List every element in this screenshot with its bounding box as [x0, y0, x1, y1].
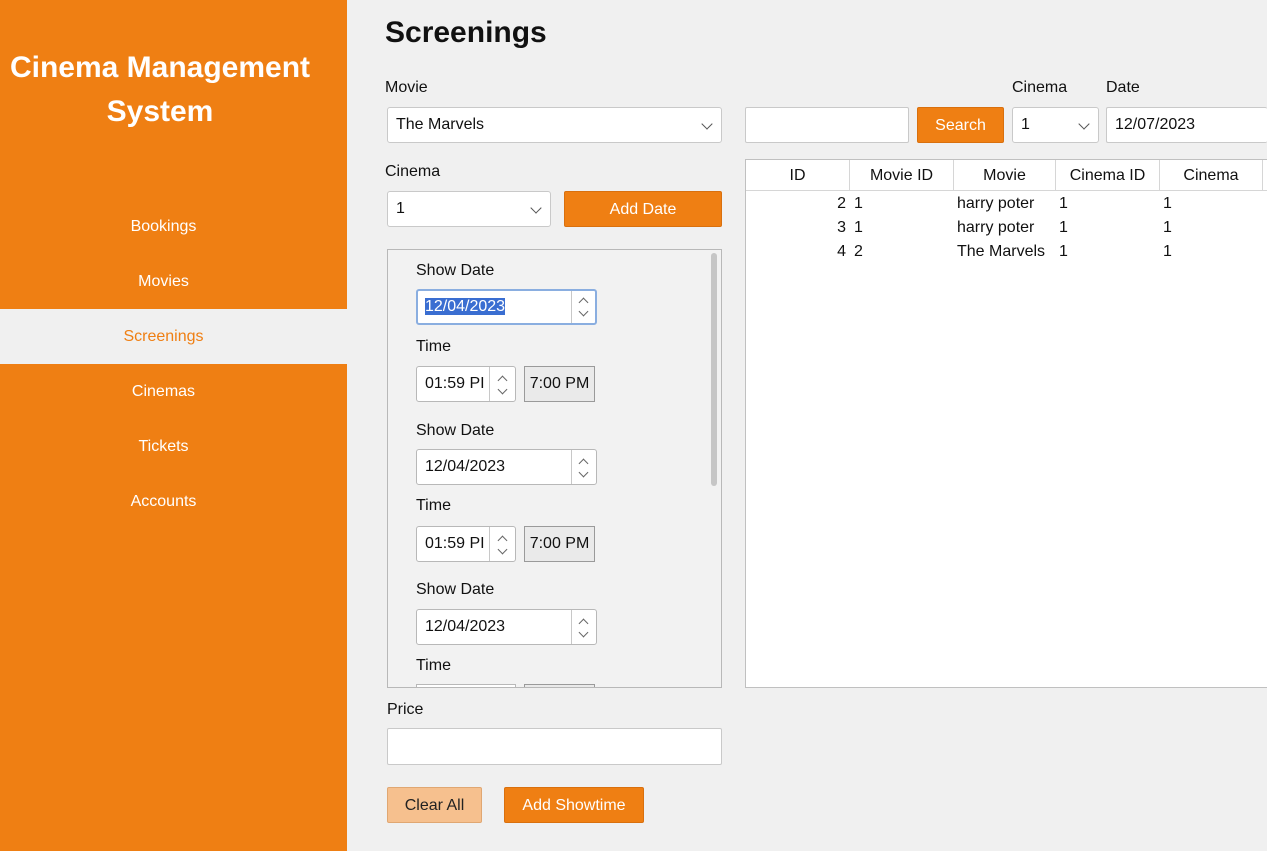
cinema-select-value: 1 [396, 200, 405, 217]
movie-label: Movie [385, 79, 428, 96]
cell-movie-id: 1 [854, 195, 863, 212]
time-value: 01:59 PI [425, 375, 485, 392]
filter-cinema-select[interactable]: 1 [1012, 107, 1099, 143]
sidebar-item-label: Tickets [138, 438, 189, 455]
search-input[interactable] [745, 107, 909, 143]
spin-divider [489, 527, 490, 561]
cell-id: 3 [837, 219, 846, 236]
show-date-label: Show Date [416, 581, 495, 598]
cell-cinema-id: 1 [1059, 195, 1068, 212]
sidebar-item-label: Movies [138, 273, 189, 290]
spin-divider [571, 291, 572, 323]
show-date-value: 12/04/2023 [425, 458, 506, 475]
spin-divider [571, 610, 572, 644]
cell-movie: harry poter [957, 219, 1035, 236]
spin-down-icon[interactable] [497, 384, 508, 395]
spin-divider [489, 367, 490, 401]
app-title-line1: Cinema Management [9, 51, 311, 84]
show-date-label: Show Date [416, 262, 495, 279]
search-button[interactable]: Search [917, 107, 1004, 143]
sidebar-item-label: Accounts [130, 493, 197, 510]
price-input[interactable] [387, 728, 722, 765]
column-header-id[interactable]: ID [746, 160, 850, 191]
show-date-label: Show Date [416, 422, 495, 439]
chevron-down-icon [1078, 118, 1090, 130]
clear-all-button[interactable]: Clear All [387, 787, 482, 823]
filter-date-label: Date [1106, 79, 1140, 96]
time-value: 01:59 PI [425, 535, 485, 552]
time-display-partial [524, 684, 595, 687]
filter-cinema-label: Cinema [1012, 79, 1068, 96]
page-title: Screenings [385, 16, 547, 49]
spin-down-icon[interactable] [578, 627, 589, 638]
movie-select[interactable]: The Marvels [387, 107, 722, 143]
filter-cinema-value: 1 [1021, 116, 1030, 133]
time-label: Time [416, 338, 451, 355]
cell-id: 2 [837, 195, 846, 212]
cell-movie: harry poter [957, 195, 1035, 212]
show-date-input[interactable]: 12/04/2023 [416, 289, 597, 325]
sidebar-item-accounts[interactable]: Accounts [0, 474, 347, 529]
show-date-value: 12/04/2023 [425, 298, 506, 315]
movie-select-value: The Marvels [396, 116, 485, 133]
time-display: 7:00 PM [524, 366, 595, 402]
sidebar-item-label: Cinemas [131, 383, 196, 400]
column-header-cinema[interactable]: Cinema [1160, 160, 1263, 191]
time-label: Time [416, 657, 451, 674]
column-header-movie-id[interactable]: Movie ID [850, 160, 954, 191]
cell-movie: The Marvels [957, 243, 1046, 260]
sidebar-item-label: Bookings [130, 218, 197, 235]
cell-cinema-id: 1 [1059, 219, 1068, 236]
column-header-cinema-id[interactable]: Cinema ID [1056, 160, 1160, 191]
cinema-select[interactable]: 1 [387, 191, 551, 227]
show-date-value: 12/04/2023 [425, 618, 506, 635]
screenings-table[interactable]: ID Movie ID Movie Cinema ID Cinema 2 1 h… [745, 159, 1267, 688]
spin-divider [571, 450, 572, 484]
app-title-line2: System [106, 95, 214, 128]
sidebar-item-label: Screenings [123, 328, 204, 345]
show-date-input[interactable]: 12/04/2023 [416, 609, 597, 645]
chevron-down-icon [701, 118, 713, 130]
sidebar-item-movies[interactable]: Movies [0, 254, 347, 309]
column-header-movie[interactable]: Movie [954, 160, 1056, 191]
time-display: 7:00 PM [524, 526, 595, 562]
cell-cinema-id: 1 [1059, 243, 1068, 260]
price-label: Price [387, 701, 424, 718]
time-input[interactable]: 01:59 PI [416, 526, 516, 562]
app-title: Cinema Management System [0, 46, 320, 134]
sidebar-item-bookings[interactable]: Bookings [0, 199, 347, 254]
cell-movie-id: 2 [854, 243, 863, 260]
spin-down-icon[interactable] [497, 544, 508, 555]
cell-cinema: 1 [1163, 243, 1172, 260]
spin-down-icon[interactable] [578, 306, 589, 317]
add-showtime-button[interactable]: Add Showtime [504, 787, 644, 823]
cinema-label: Cinema [385, 163, 441, 180]
cell-cinema: 1 [1163, 219, 1172, 236]
sidebar-item-tickets[interactable]: Tickets [0, 419, 347, 474]
cell-cinema: 1 [1163, 195, 1172, 212]
spin-down-icon[interactable] [578, 467, 589, 478]
cell-movie-id: 1 [854, 219, 863, 236]
time-input[interactable]: 01:59 PI [416, 366, 516, 402]
table-header: ID Movie ID Movie Cinema ID Cinema [746, 160, 1267, 191]
show-date-input[interactable]: 12/04/2023 [416, 449, 597, 485]
showtimes-scrollbar[interactable] [711, 253, 717, 486]
sidebar-item-screenings[interactable]: Screenings [0, 309, 347, 364]
sidebar: Cinema Management System Bookings Movies… [0, 0, 347, 851]
cell-id: 4 [837, 243, 846, 260]
chevron-down-icon [530, 202, 542, 214]
time-input-partial[interactable] [416, 684, 516, 687]
add-date-button[interactable]: Add Date [564, 191, 722, 227]
sidebar-item-cinemas[interactable]: Cinemas [0, 364, 347, 419]
filter-date-input[interactable]: 12/07/2023 [1106, 107, 1267, 143]
time-label: Time [416, 497, 451, 514]
